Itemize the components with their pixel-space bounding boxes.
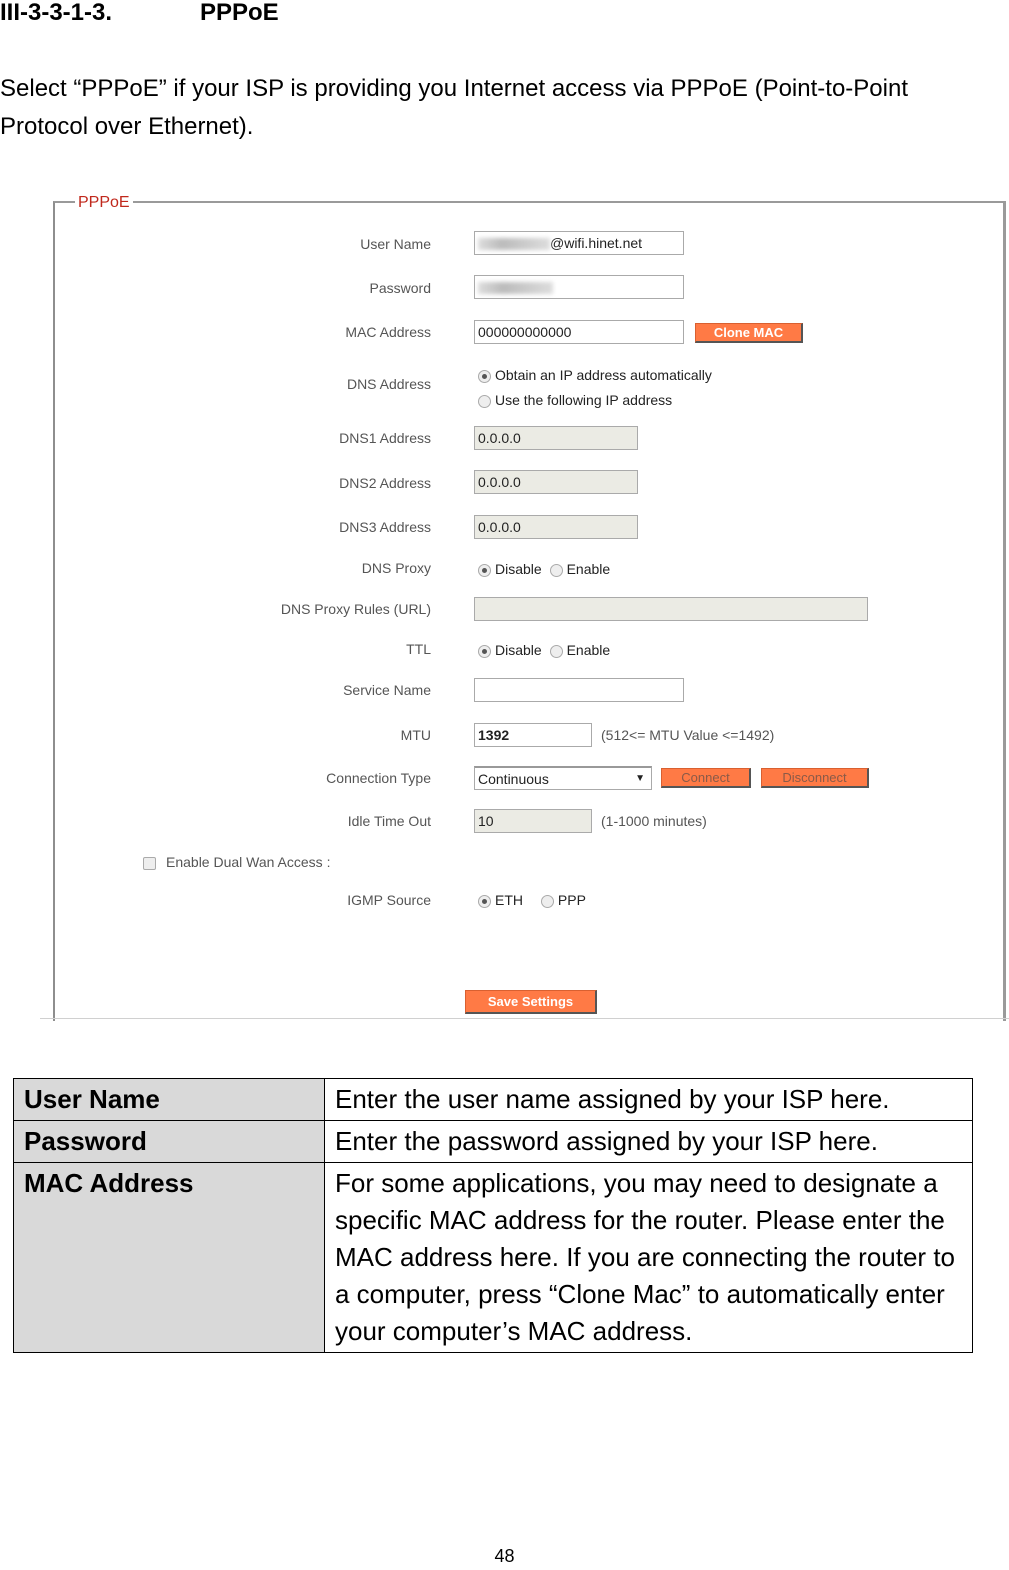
redacted-password bbox=[478, 282, 553, 295]
redacted-text bbox=[478, 238, 550, 251]
dns-proxy-label: DNS Proxy bbox=[361, 560, 431, 576]
table-key: User Name bbox=[13, 1078, 325, 1121]
disconnect-button[interactable]: Disconnect bbox=[761, 768, 869, 788]
table-value: For some applications, you may need to d… bbox=[324, 1162, 973, 1353]
connect-button[interactable]: Connect bbox=[661, 768, 751, 788]
save-settings-button[interactable]: Save Settings bbox=[465, 990, 597, 1014]
fieldset-legend: PPPoE bbox=[75, 193, 133, 213]
pppoe-screenshot: PPPoE User Name @wifi.hinet.net Password… bbox=[40, 190, 1009, 1021]
idle-timeout-label: Idle Time Out bbox=[347, 813, 431, 829]
igmp-options: ETH PPP bbox=[478, 892, 586, 908]
dns2-label: DNS2 Address bbox=[339, 475, 431, 491]
dns-address-label: DNS Address bbox=[346, 376, 431, 392]
dns-manual-option[interactable]: Use the following IP address bbox=[478, 392, 672, 408]
dns-proxy-enable-radio[interactable] bbox=[549, 563, 563, 577]
dual-wan-option[interactable]: Enable Dual Wan Access : bbox=[143, 854, 330, 870]
table-row: User Name Enter the user name assigned b… bbox=[13, 1078, 973, 1121]
mtu-hint: (512<= MTU Value <=1492) bbox=[601, 727, 775, 743]
dns1-label: DNS1 Address bbox=[339, 430, 431, 446]
option-label: Disable bbox=[495, 561, 542, 577]
table-row: Password Enter the password assigned by … bbox=[13, 1120, 973, 1163]
option-label: Disable bbox=[495, 642, 542, 658]
option-label: ETH bbox=[495, 892, 523, 908]
dns-proxy-rules-input[interactable] bbox=[474, 597, 868, 621]
divider bbox=[40, 1018, 1009, 1019]
password-input[interactable] bbox=[474, 275, 684, 299]
option-label: PPP bbox=[557, 892, 586, 908]
radio-selected-icon[interactable] bbox=[478, 369, 491, 383]
option-label: Enable bbox=[566, 561, 611, 577]
section-number: III-3-3-1-3. bbox=[0, 0, 113, 26]
radio-unselected-icon[interactable] bbox=[478, 394, 491, 408]
dns1-input[interactable]: 0.0.0.0 bbox=[474, 426, 638, 450]
service-name-input[interactable] bbox=[474, 678, 684, 702]
user-name-suffix: @wifi.hinet.net bbox=[550, 235, 643, 251]
igmp-ppp-radio[interactable] bbox=[540, 894, 554, 908]
mac-address-input[interactable]: 000000000000 bbox=[474, 320, 684, 344]
dual-wan-checkbox[interactable] bbox=[143, 856, 156, 870]
igmp-eth-radio[interactable] bbox=[478, 894, 491, 908]
section-title: PPPoE bbox=[200, 0, 279, 26]
table-value: Enter the user name assigned by your ISP… bbox=[324, 1078, 973, 1121]
dns-proxy-options: Disable Enable bbox=[478, 561, 610, 577]
field-description-table: User Name Enter the user name assigned b… bbox=[13, 1078, 973, 1353]
dns-proxy-disable-radio[interactable] bbox=[478, 563, 491, 577]
user-name-input[interactable]: @wifi.hinet.net bbox=[474, 231, 684, 255]
mtu-input[interactable]: 1392 bbox=[474, 723, 592, 747]
password-label: Password bbox=[369, 280, 431, 296]
idle-timeout-hint: (1-1000 minutes) bbox=[601, 813, 707, 829]
clone-mac-button[interactable]: Clone MAC bbox=[695, 323, 803, 343]
table-key: Password bbox=[13, 1120, 325, 1163]
table-row: MAC Address For some applications, you m… bbox=[13, 1162, 973, 1353]
ttl-enable-radio[interactable] bbox=[549, 644, 563, 658]
dns2-input[interactable]: 0.0.0.0 bbox=[474, 470, 638, 494]
intro-paragraph: Select “PPPoE” if your ISP is providing … bbox=[0, 75, 908, 140]
ttl-options: Disable Enable bbox=[478, 642, 610, 658]
connection-type-label: Connection Type bbox=[326, 770, 431, 786]
service-name-label: Service Name bbox=[343, 682, 431, 698]
page-number: 48 bbox=[494, 1546, 515, 1566]
option-label: Obtain an IP address automatically bbox=[495, 367, 712, 383]
table-value: Enter the password assigned by your ISP … bbox=[324, 1120, 973, 1163]
mac-address-label: MAC Address bbox=[345, 324, 431, 340]
table-key: MAC Address bbox=[13, 1162, 325, 1353]
mtu-label: MTU bbox=[400, 727, 431, 743]
connection-type-select[interactable]: Continuous ▼ bbox=[474, 766, 652, 790]
ttl-disable-radio[interactable] bbox=[478, 644, 491, 658]
dns-auto-option[interactable]: Obtain an IP address automatically bbox=[478, 367, 712, 383]
selected-value: Continuous bbox=[478, 771, 549, 787]
option-label: Enable bbox=[566, 642, 611, 658]
dropdown-arrow-icon: ▼ bbox=[635, 773, 645, 784]
section-heading: III-3-3-1-3. PPPoE bbox=[0, 0, 279, 26]
igmp-source-label: IGMP Source bbox=[347, 892, 431, 908]
dual-wan-label: Enable Dual Wan Access : bbox=[166, 854, 331, 870]
option-label: Use the following IP address bbox=[495, 392, 673, 408]
dns3-input[interactable]: 0.0.0.0 bbox=[474, 515, 638, 539]
idle-timeout-input[interactable]: 10 bbox=[474, 809, 592, 833]
dns3-label: DNS3 Address bbox=[339, 519, 431, 535]
dns-proxy-rules-label: DNS Proxy Rules (URL) bbox=[280, 601, 431, 617]
user-name-label: User Name bbox=[360, 236, 431, 252]
ttl-label: TTL bbox=[406, 641, 431, 657]
